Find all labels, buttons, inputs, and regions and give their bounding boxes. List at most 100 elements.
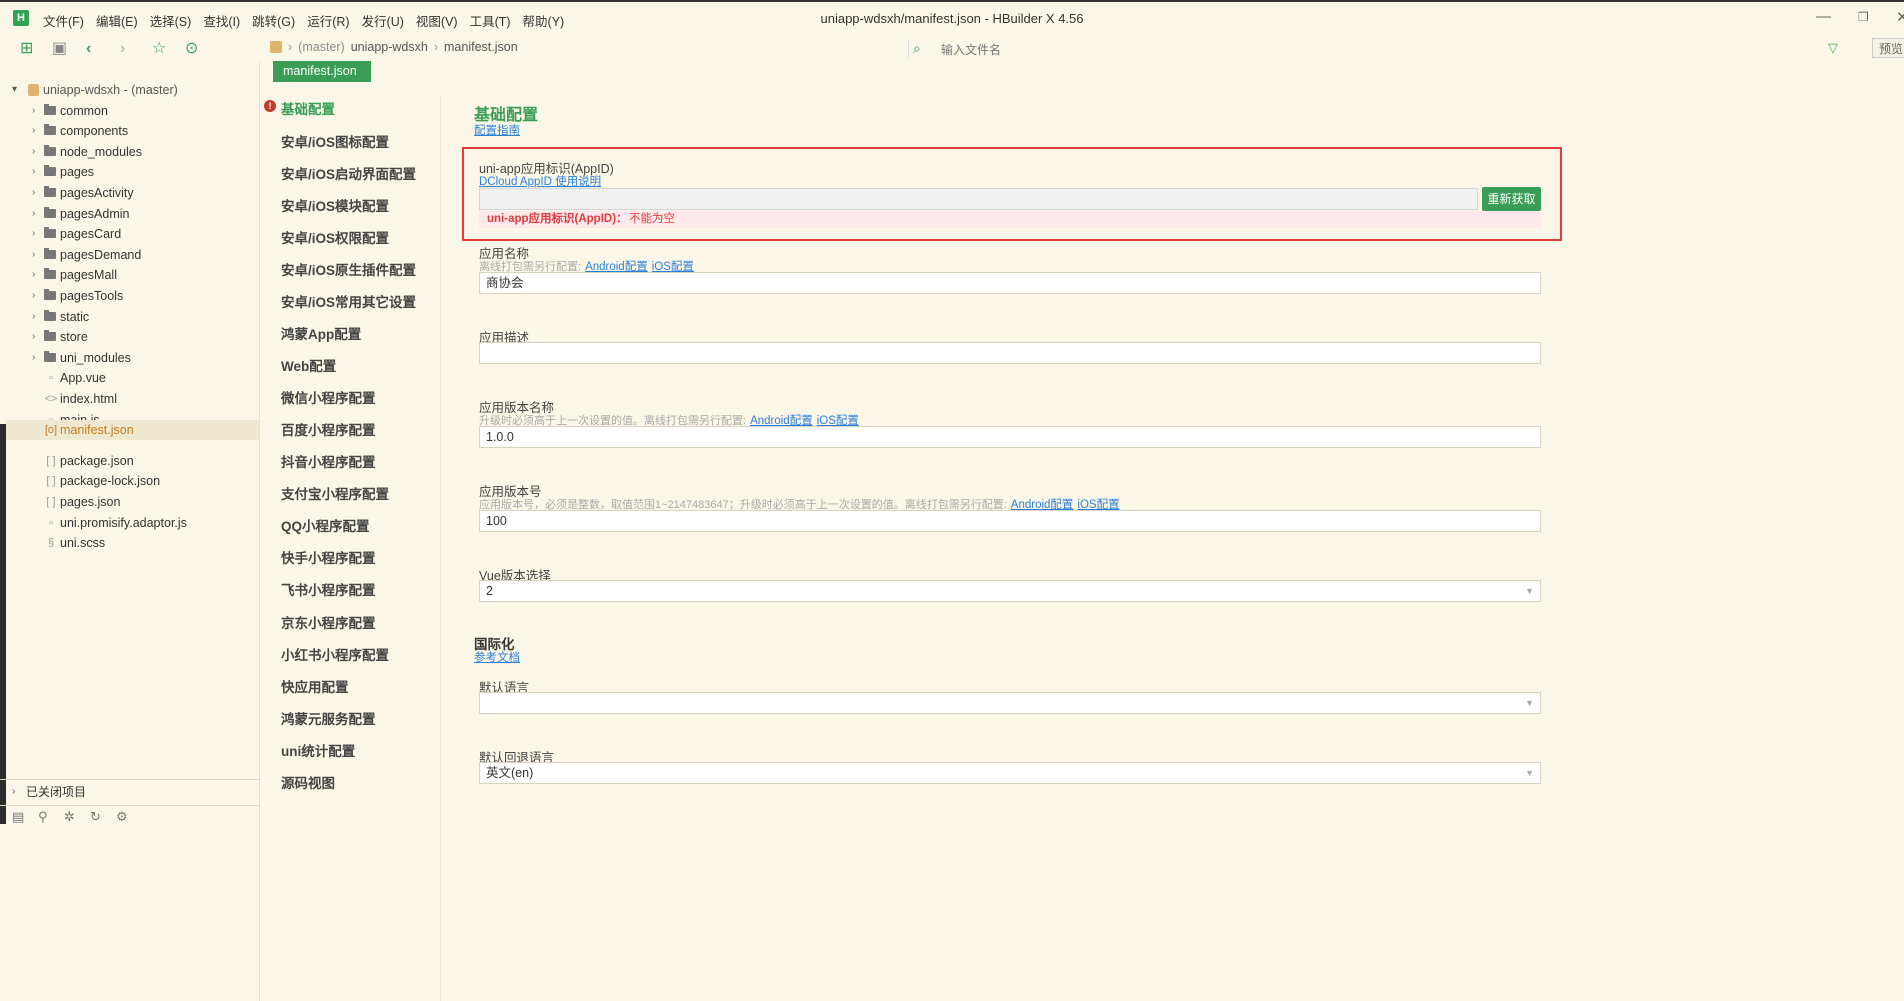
default-locale-select[interactable]: ▼ — [479, 692, 1541, 714]
menu-find[interactable]: 查找(I) — [203, 11, 240, 30]
menu-goto[interactable]: 跳转(G) — [252, 11, 295, 30]
nav-harmony-service[interactable]: 鸿蒙元服务配置 — [281, 708, 376, 728]
back-icon[interactable]: ‹ — [86, 40, 91, 58]
breadcrumb-project[interactable]: uniapp-wdsxh — [351, 40, 428, 54]
folder-icon[interactable]: ▤ — [12, 809, 24, 825]
tree-item-components[interactable]: › components — [6, 121, 260, 141]
plugin-icon[interactable]: ⚙ — [116, 809, 128, 825]
star-icon[interactable]: ☆ — [152, 40, 166, 58]
refetch-appid-button[interactable]: 重新获取 — [1482, 187, 1541, 211]
tree-item-pagesmall[interactable]: › pagesMall — [6, 265, 260, 285]
tree-item-package-json[interactable]: [ ] package.json — [6, 451, 260, 471]
chevron-down-icon: ▼ — [1525, 698, 1534, 708]
hbuilder-logo-icon: H — [13, 10, 29, 26]
restore-icon[interactable]: ❐ — [1858, 10, 1869, 24]
js-file-icon: ▫ — [49, 516, 53, 529]
tree-item-store[interactable]: › store — [6, 327, 260, 347]
new-file-icon[interactable]: ⊞ — [20, 40, 33, 58]
tree-item-pagesadmin[interactable]: › pagesAdmin — [6, 204, 260, 224]
nav-weixin[interactable]: 微信小程序配置 — [281, 387, 376, 407]
nav-kuaishou[interactable]: 快手小程序配置 — [281, 547, 376, 567]
refresh-icon[interactable]: ↻ — [90, 809, 101, 825]
file-search-input[interactable] — [939, 40, 1743, 60]
filter-icon[interactable]: ▽ — [1828, 40, 1838, 56]
nav-quickapp[interactable]: 快应用配置 — [281, 676, 349, 696]
nav-web[interactable]: Web配置 — [281, 355, 336, 375]
appid-help-link[interactable]: DCloud AppID 使用说明 — [479, 173, 601, 189]
vue-version-select[interactable]: 2 ▼ — [479, 580, 1541, 602]
nav-alipay[interactable]: 支付宝小程序配置 — [281, 483, 389, 503]
tree-item-label: pages.json — [60, 495, 121, 509]
menu-view[interactable]: 视图(V) — [416, 11, 458, 30]
tree-item-label: manifest.json — [60, 423, 134, 437]
nav-basic[interactable]: 基础配置 — [281, 98, 335, 118]
config-guide-link[interactable]: 配置指南 — [474, 122, 520, 138]
bike-icon[interactable]: ⚲ — [38, 809, 48, 825]
nav-xiaohongshu[interactable]: 小红书小程序配置 — [281, 644, 389, 664]
breadcrumb-file[interactable]: manifest.json — [444, 40, 518, 54]
nav-harmony-app[interactable]: 鸿蒙App配置 — [281, 323, 361, 343]
menu-tools[interactable]: 工具(T) — [470, 11, 511, 30]
app-name-input[interactable]: 商协会 — [479, 272, 1541, 294]
tree-item-label: static — [60, 309, 90, 324]
tree-item-pagesdemand[interactable]: › pagesDemand — [6, 245, 260, 265]
chevron-right-icon: › — [32, 331, 36, 343]
tree-item-pages[interactable]: › pages — [6, 162, 260, 182]
version-code-input[interactable]: 100 — [479, 510, 1541, 532]
closed-projects[interactable]: › 已关闭项目 — [0, 779, 260, 804]
forward-icon[interactable]: › — [120, 40, 125, 58]
menu-edit[interactable]: 编辑(E) — [96, 11, 138, 30]
breadcrumb-branch[interactable]: (master) — [298, 40, 345, 54]
nav-uni-stat[interactable]: uni统计配置 — [281, 740, 355, 760]
nav-android-ios-splash[interactable]: 安卓/iOS启动界面配置 — [281, 163, 416, 183]
tree-item-uni-modules[interactable]: › uni_modules — [6, 348, 260, 368]
run-icon[interactable]: ⊙ — [185, 40, 198, 58]
save-icon[interactable]: ▣ — [52, 40, 67, 58]
tree-item-common[interactable]: › common — [6, 101, 260, 121]
nav-android-ios-native-plugins[interactable]: 安卓/iOS原生插件配置 — [281, 259, 416, 279]
i18n-docs-link[interactable]: 参考文档 — [474, 649, 520, 665]
tree-item-pagescard[interactable]: › pagesCard — [6, 224, 260, 244]
tree-item-app-vue[interactable]: ▫ App.vue — [6, 368, 260, 388]
tree-item-label: pagesMall — [60, 268, 117, 283]
nav-android-ios-permissions[interactable]: 安卓/iOS权限配置 — [281, 227, 389, 247]
tree-item-uni-scss[interactable]: § uni.scss — [6, 533, 260, 553]
menu-run[interactable]: 运行(R) — [307, 11, 349, 30]
tree-item-package-lock-json[interactable]: [ ] package-lock.json — [6, 471, 260, 491]
editor-tab-manifest[interactable]: manifest.json — [273, 61, 371, 82]
nav-baidu[interactable]: 百度小程序配置 — [281, 419, 376, 439]
nav-douyin[interactable]: 抖音小程序配置 — [281, 451, 376, 471]
tree-item-index-html[interactable]: <> index.html — [6, 389, 260, 409]
close-icon[interactable]: ✕ — [1896, 8, 1904, 26]
bug-icon[interactable]: ✲ — [64, 809, 75, 825]
tree-item-label: pages — [60, 165, 95, 180]
tree-item-manifest-json[interactable]: [o] manifest.json — [6, 420, 260, 440]
appid-input[interactable] — [479, 188, 1478, 210]
version-name-input[interactable]: 1.0.0 — [479, 426, 1541, 448]
menu-file[interactable]: 文件(F) — [43, 11, 84, 30]
nav-qq[interactable]: QQ小程序配置 — [281, 515, 370, 535]
preview-button[interactable]: 预览 — [1872, 38, 1904, 58]
tree-item-uni-promisify[interactable]: ▫ uni.promisify.adaptor.js — [6, 513, 260, 533]
tree-root[interactable]: ▾ uniapp-wdsxh - (master) — [6, 80, 260, 100]
minimize-icon[interactable]: — — [1816, 8, 1831, 25]
tree-item-static[interactable]: › static — [6, 307, 260, 327]
tree-item-node-modules[interactable]: › node_modules — [6, 142, 260, 162]
json-file-icon: [ ] — [46, 475, 56, 488]
nav-source-view[interactable]: 源码视图 — [281, 772, 335, 792]
nav-jd[interactable]: 京东小程序配置 — [281, 612, 376, 632]
tree-item-pagesactivity[interactable]: › pagesActivity — [6, 183, 260, 203]
tree-item-pagestools[interactable]: › pagesTools — [6, 286, 260, 306]
app-desc-input[interactable] — [479, 342, 1541, 364]
toolbar: ⊞ ▣ ‹ › ☆ ⊙ › (master) uniapp-wdsxh › ma… — [0, 36, 1904, 62]
nav-feishu[interactable]: 飞书小程序配置 — [281, 579, 376, 599]
menu-publish[interactable]: 发行(U) — [362, 11, 404, 30]
chevron-right-icon: › — [32, 310, 36, 322]
nav-android-ios-icon[interactable]: 安卓/iOS图标配置 — [281, 131, 389, 151]
menu-help[interactable]: 帮助(Y) — [523, 11, 565, 30]
nav-android-ios-other[interactable]: 安卓/iOS常用其它设置 — [281, 291, 416, 311]
tree-item-pages-json[interactable]: [ ] pages.json — [6, 492, 260, 512]
nav-android-ios-modules[interactable]: 安卓/iOS模块配置 — [281, 195, 389, 215]
menu-select[interactable]: 选择(S) — [150, 11, 192, 30]
fallback-locale-select[interactable]: 英文(en) ▼ — [479, 762, 1541, 784]
